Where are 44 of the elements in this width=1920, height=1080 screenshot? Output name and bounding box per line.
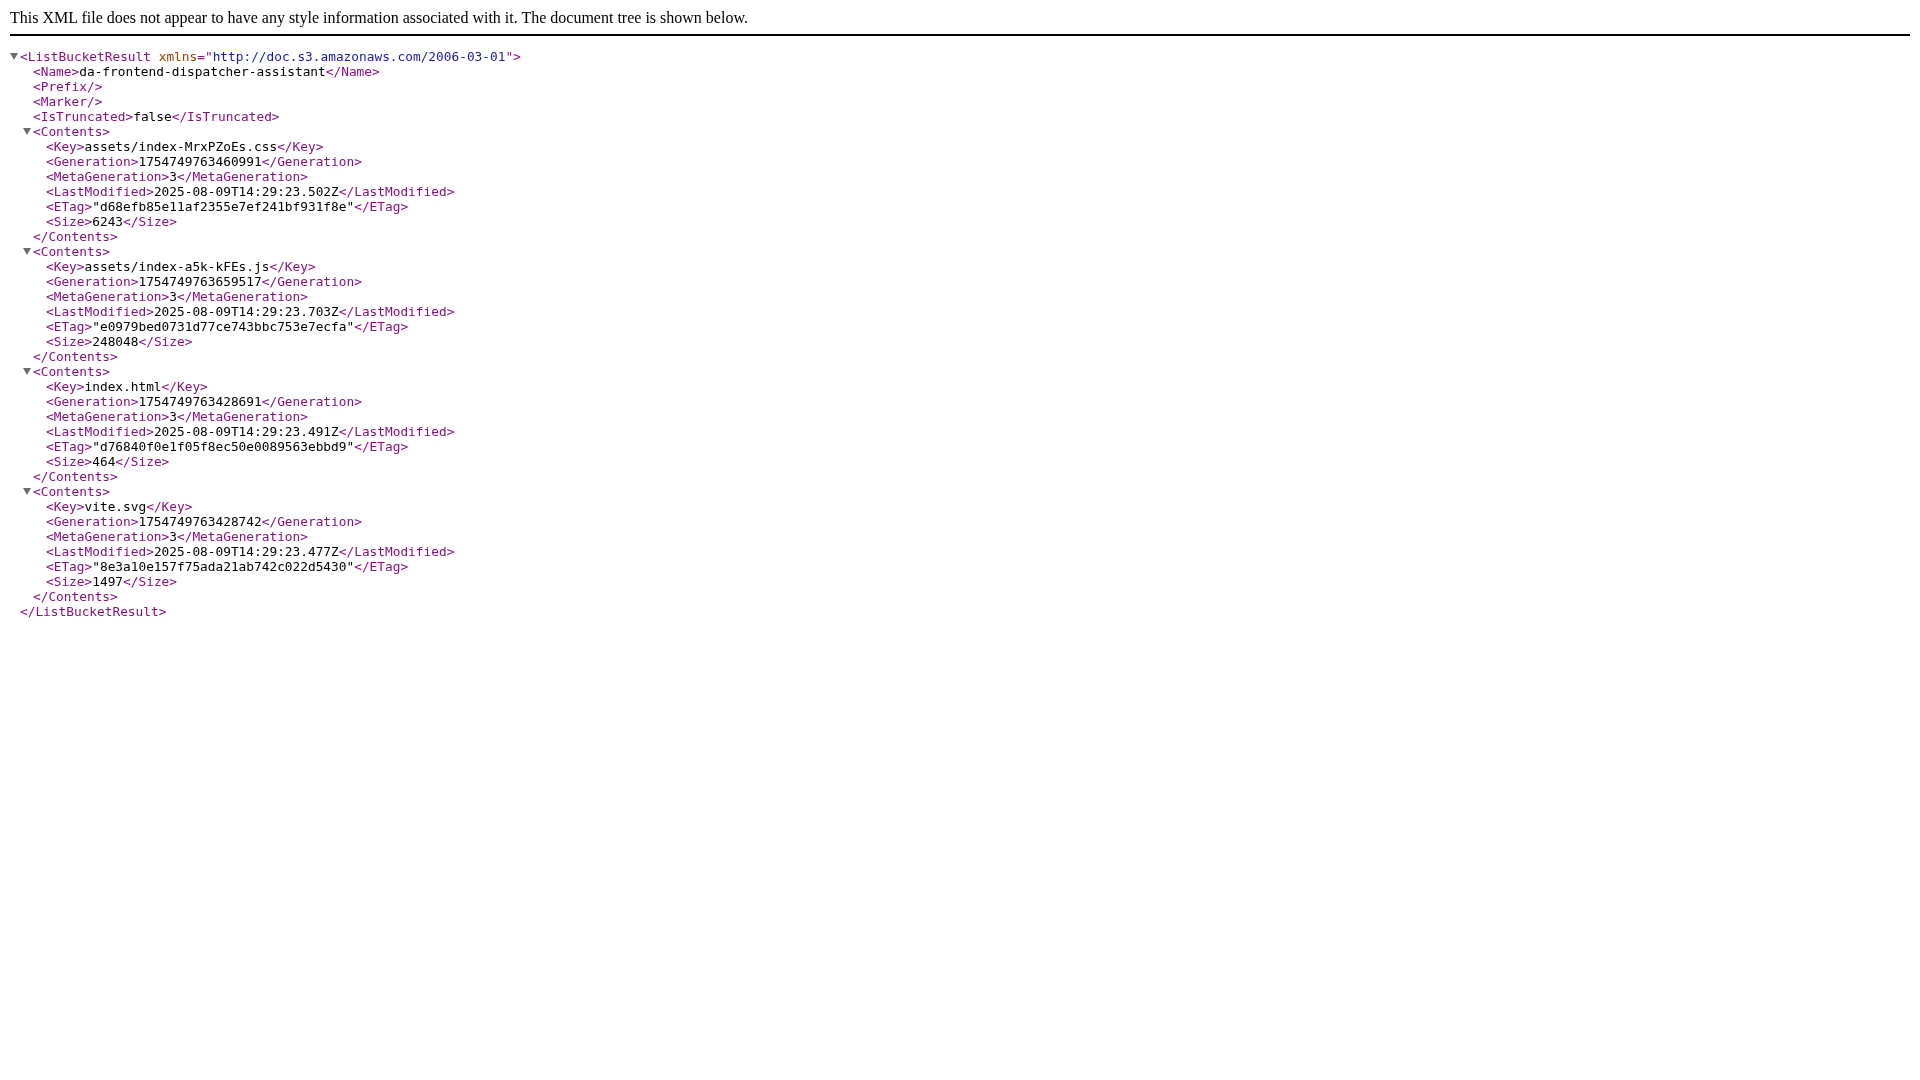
- xml-line: <ETag>"d68efb85e11af2355e7ef241bf931f8e"</ETag>: [46, 199, 409, 214]
- xml-line: <Generation>1754749763428691</Generation>: [46, 394, 362, 409]
- xml-line: <Size>464</Size>: [46, 454, 170, 469]
- expand-toggle-icon[interactable]: [23, 128, 31, 135]
- xml-line: <ETag>"8e3a10e157f75ada21ab742c022d5430"</ETag>: [46, 559, 409, 574]
- xml-line: <Key>assets/index-a5k-kFEs.js</Key>: [46, 259, 316, 274]
- xml-line: <Key>assets/index-MrxPZoEs.css</Key>: [46, 139, 324, 154]
- header-message: This XML file does not appear to have any style information associated with it. The document tree is shown below.: [10, 9, 748, 26]
- xml-line: <LastModified>2025-08-09T14:29:23.703Z</LastModified>: [46, 304, 455, 319]
- xml-line: <ListBucketResult xmlns="http://doc.s3.amazonaws.com/2006-03-01">: [20, 49, 521, 64]
- xml-line: <Prefix/>: [33, 79, 103, 94]
- xml-line: <MetaGeneration>3</MetaGeneration>: [46, 289, 308, 304]
- xml-line: <Contents>: [33, 244, 111, 259]
- xml-line: <Generation>1754749763460991</Generation>: [46, 154, 362, 169]
- xml-line: <Name>da-frontend-dispatcher-assistant</Name>: [33, 64, 380, 79]
- xml-line: <Size>1497</Size>: [46, 574, 177, 589]
- xml-line: <Contents>: [33, 124, 111, 139]
- xml-line: <Contents>: [33, 484, 111, 499]
- expand-toggle-icon[interactable]: [23, 488, 31, 495]
- xml-line: <Generation>1754749763428742</Generation>: [46, 514, 362, 529]
- xml-line: <ETag>"d76840f0e1f05f8ec50e0089563ebbd9"</ETag>: [46, 439, 409, 454]
- xml-line: <MetaGeneration>3</MetaGeneration>: [46, 409, 308, 424]
- xml-line: <Contents>: [33, 364, 111, 379]
- xml-line: <LastModified>2025-08-09T14:29:23.477Z</LastModified>: [46, 544, 455, 559]
- xml-line: <ETag>"e0979bed0731d77ce743bbc753e7ecfa"</ETag>: [46, 319, 409, 334]
- xml-line: <Size>6243</Size>: [46, 214, 177, 229]
- xml-line: <Key>vite.svg</Key>: [46, 499, 193, 514]
- xml-line: </Contents>: [33, 589, 118, 604]
- xml-line: </Contents>: [33, 469, 118, 484]
- xml-line: </Contents>: [33, 349, 118, 364]
- expand-toggle-icon[interactable]: [10, 53, 18, 60]
- expand-toggle-icon[interactable]: [23, 248, 31, 255]
- xml-line: <LastModified>2025-08-09T14:29:23.502Z</LastModified>: [46, 184, 455, 199]
- expand-toggle-icon[interactable]: [23, 368, 31, 375]
- xml-line: <Generation>1754749763659517</Generation>: [46, 274, 362, 289]
- xml-line: <Marker/>: [33, 94, 103, 109]
- xml-line: <MetaGeneration>3</MetaGeneration>: [46, 529, 308, 544]
- xml-line: <Key>index.html</Key>: [46, 379, 208, 394]
- xml-line: <MetaGeneration>3</MetaGeneration>: [46, 169, 308, 184]
- xml-line: </ListBucketResult>: [20, 604, 167, 619]
- xml-line: <IsTruncated>false</IsTruncated>: [33, 109, 280, 124]
- xml-line: </Contents>: [33, 229, 118, 244]
- xml-line: <Size>248048</Size>: [46, 334, 193, 349]
- xml-line: <LastModified>2025-08-09T14:29:23.491Z</LastModified>: [46, 424, 455, 439]
